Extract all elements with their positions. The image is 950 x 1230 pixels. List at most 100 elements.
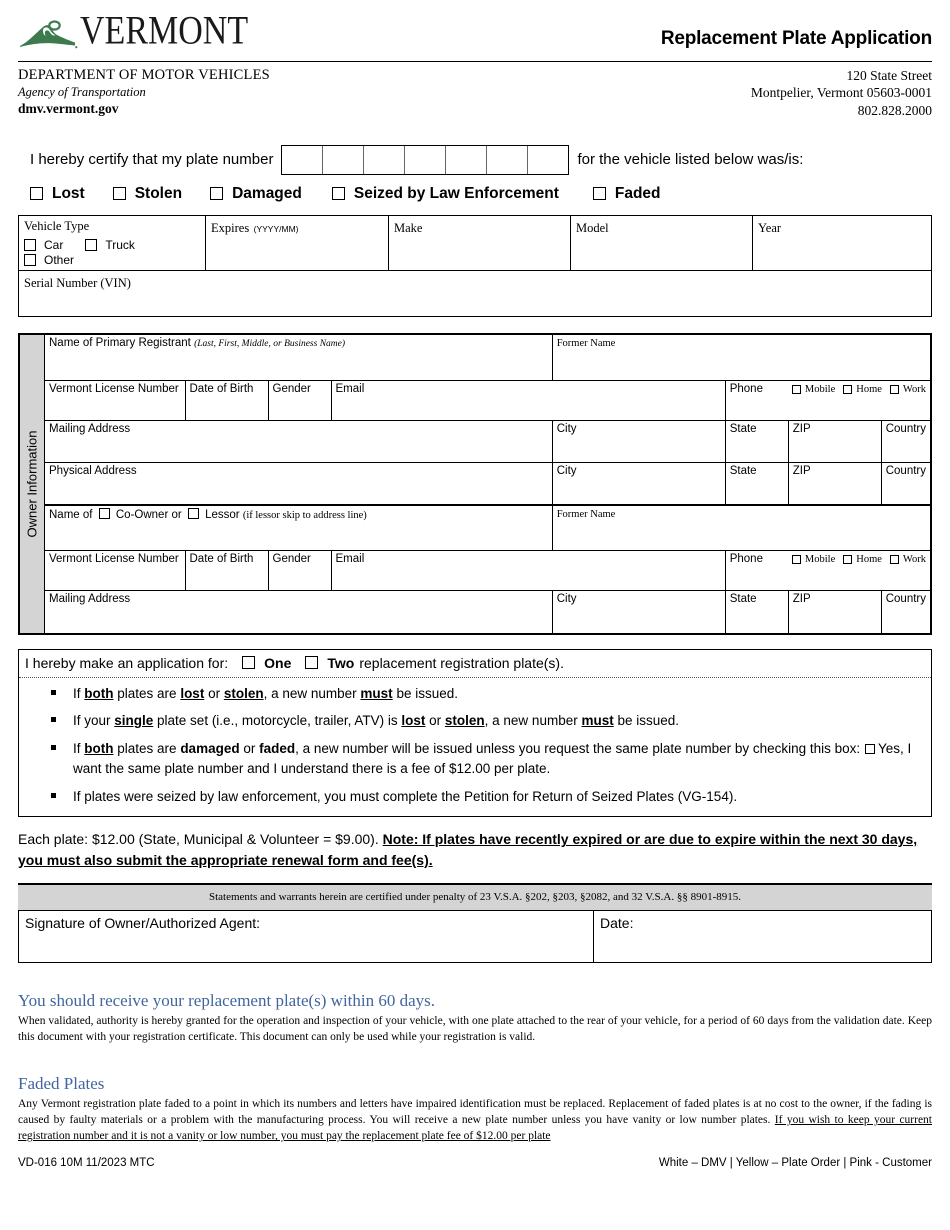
owner-row-physical-primary: Physical Address City State ZIP Country [45, 462, 930, 506]
logo-wordmark: VERMONT [80, 9, 249, 54]
status-label-lost: Lost [52, 184, 85, 202]
dob-label: Date of Birth [189, 383, 254, 396]
b1-a: If [73, 685, 85, 701]
checkbox-car-icon[interactable] [24, 238, 36, 251]
phone-option-home[interactable]: Home [843, 384, 882, 395]
plate-char-cell[interactable] [487, 145, 529, 174]
cell-city-physical-primary[interactable]: City [551, 462, 726, 506]
vehicle-type-options-row1: Car Truck [24, 238, 200, 252]
cell-email-primary[interactable]: Email [330, 380, 726, 422]
cell-signature[interactable]: Signature of Owner/Authorized Agent: [18, 909, 594, 963]
cell-country-physical-primary[interactable]: Country [880, 462, 930, 506]
vehicle-type-label: Vehicle Type [24, 218, 90, 233]
plate-char-cell[interactable] [323, 145, 365, 174]
checkbox-two-plates-icon[interactable] [305, 656, 319, 670]
b3-g: , a new number will be issued unless you… [295, 740, 864, 756]
phone-option-work[interactable]: Work [889, 384, 926, 395]
cell-mailing-address-coowner[interactable]: Mailing Address [45, 590, 553, 633]
cell-zip-physical-primary[interactable]: ZIP [787, 462, 882, 506]
checkbox-lost-icon[interactable] [30, 187, 43, 201]
cell-gender-primary[interactable]: Gender [267, 380, 332, 422]
primary-registrant-hint: (Last, First, Middle, or Business Name) [194, 338, 346, 349]
checkbox-lessor-icon[interactable] [187, 507, 199, 519]
page-title: Replacement Plate Application [660, 28, 932, 49]
b2-g: , a new number [484, 713, 582, 729]
cell-gender-coowner[interactable]: Gender [267, 550, 332, 592]
cell-former-name-coowner[interactable]: Former Name [551, 503, 930, 552]
checkbox-mobile-icon[interactable] [791, 384, 801, 394]
header-top: VERMONT Replacement Plate Application [18, 0, 932, 52]
cell-city-mailing-primary[interactable]: City [551, 420, 726, 464]
checkbox-home-icon[interactable] [843, 384, 853, 394]
status-option-damaged[interactable]: Damaged [210, 185, 302, 203]
vehicle-type-label-car: Car [44, 237, 64, 252]
b3-b: both [84, 740, 114, 756]
cell-state-physical-primary[interactable]: State [724, 462, 789, 506]
plate-number-input[interactable] [281, 144, 570, 175]
cell-phone-coowner[interactable]: Phone Mobile Home Work [724, 550, 930, 592]
status-option-stolen[interactable]: Stolen [112, 185, 182, 203]
checkbox-stolen-icon[interactable] [112, 187, 126, 201]
cell-former-name-primary[interactable]: Former Name [551, 334, 930, 382]
checkbox-one-plate-icon[interactable] [242, 656, 256, 670]
cell-state-mailing-coowner[interactable]: State [724, 590, 789, 633]
cell-zip-mailing-coowner[interactable]: ZIP [787, 590, 882, 633]
rules-ul: If both plates are lost or stolen, a new… [47, 684, 925, 808]
cell-state-mailing-primary[interactable]: State [724, 420, 789, 464]
phone-option-mobile-coowner[interactable]: Mobile [791, 554, 835, 565]
checkbox-work-icon[interactable] [889, 554, 899, 564]
cell-model[interactable]: Model [570, 214, 753, 271]
cell-email-coowner[interactable]: Email [330, 550, 726, 592]
cell-physical-address-primary[interactable]: Physical Address [45, 462, 553, 506]
date-label: Date: [600, 914, 634, 931]
make-label: Make [394, 220, 423, 235]
cell-vehicle-type[interactable]: Vehicle Type Car Truck Other [18, 214, 206, 271]
checkbox-truck-icon[interactable] [85, 238, 98, 251]
cell-make[interactable]: Make [388, 214, 571, 271]
country-label-coowner: Country [885, 593, 926, 606]
cell-primary-registrant-name[interactable]: Name of Primary Registrant (Last, First,… [45, 334, 553, 382]
b1-c: plates are [113, 685, 181, 701]
cell-country-mailing-primary[interactable]: Country [880, 420, 930, 464]
checkbox-same-plate-number-icon[interactable] [864, 743, 875, 754]
phone-option-mobile[interactable]: Mobile [791, 384, 835, 395]
cell-expires[interactable]: Expires (YYYY/MM) [205, 214, 389, 271]
checkbox-damaged-icon[interactable] [210, 187, 224, 201]
checkbox-other-icon[interactable] [24, 253, 36, 266]
checkbox-seized-icon[interactable] [331, 187, 345, 201]
notice-body: When validated, authority is hereby gran… [18, 1014, 932, 1044]
phone-option-work-coowner[interactable]: Work [889, 554, 926, 565]
agency-website[interactable]: dmv.vermont.gov [18, 101, 270, 117]
checkbox-mobile-icon[interactable] [791, 554, 801, 564]
cell-phone-primary[interactable]: Phone Mobile Home Work [724, 380, 930, 422]
checkbox-home-icon[interactable] [843, 554, 853, 564]
cell-license-number-primary[interactable]: Vermont License Number [45, 380, 186, 422]
cell-dob-coowner[interactable]: Date of Birth [184, 550, 269, 592]
cell-date[interactable]: Date: [593, 909, 932, 963]
cell-country-mailing-coowner[interactable]: Country [880, 590, 930, 633]
status-option-lost[interactable]: Lost [30, 185, 85, 203]
cell-mailing-address-primary[interactable]: Mailing Address [45, 420, 553, 464]
b1-f: stolen [223, 685, 264, 701]
plate-char-cell[interactable] [364, 145, 406, 174]
coowner-option1-label: Co-Owner [115, 508, 169, 521]
status-option-faded[interactable]: Faded [592, 185, 661, 203]
cell-coowner-name[interactable]: Name of Co-Owner or Lessor (if lessor sk… [45, 503, 553, 552]
checkbox-work-icon[interactable] [889, 384, 899, 394]
cell-vin[interactable]: Serial Number (VIN) [18, 269, 932, 317]
cell-license-number-coowner[interactable]: Vermont License Number [45, 550, 186, 592]
cell-dob-primary[interactable]: Date of Birth [184, 380, 269, 422]
checkbox-coowner-icon[interactable] [98, 507, 110, 519]
plate-char-cell[interactable] [446, 145, 488, 174]
cell-year[interactable]: Year [752, 214, 932, 271]
plate-char-cell[interactable] [528, 146, 568, 174]
plate-char-cell[interactable] [405, 145, 447, 174]
status-option-seized[interactable]: Seized by Law Enforcement [331, 185, 559, 203]
cell-zip-mailing-primary[interactable]: ZIP [787, 420, 882, 464]
mailing-address-label: Mailing Address [49, 423, 131, 436]
checkbox-faded-icon[interactable] [592, 187, 606, 201]
cell-city-mailing-coowner[interactable]: City [551, 590, 726, 633]
plate-char-cell[interactable] [282, 145, 324, 174]
phone-option-home-coowner[interactable]: Home [843, 554, 882, 565]
b2-d: lost [401, 713, 426, 729]
